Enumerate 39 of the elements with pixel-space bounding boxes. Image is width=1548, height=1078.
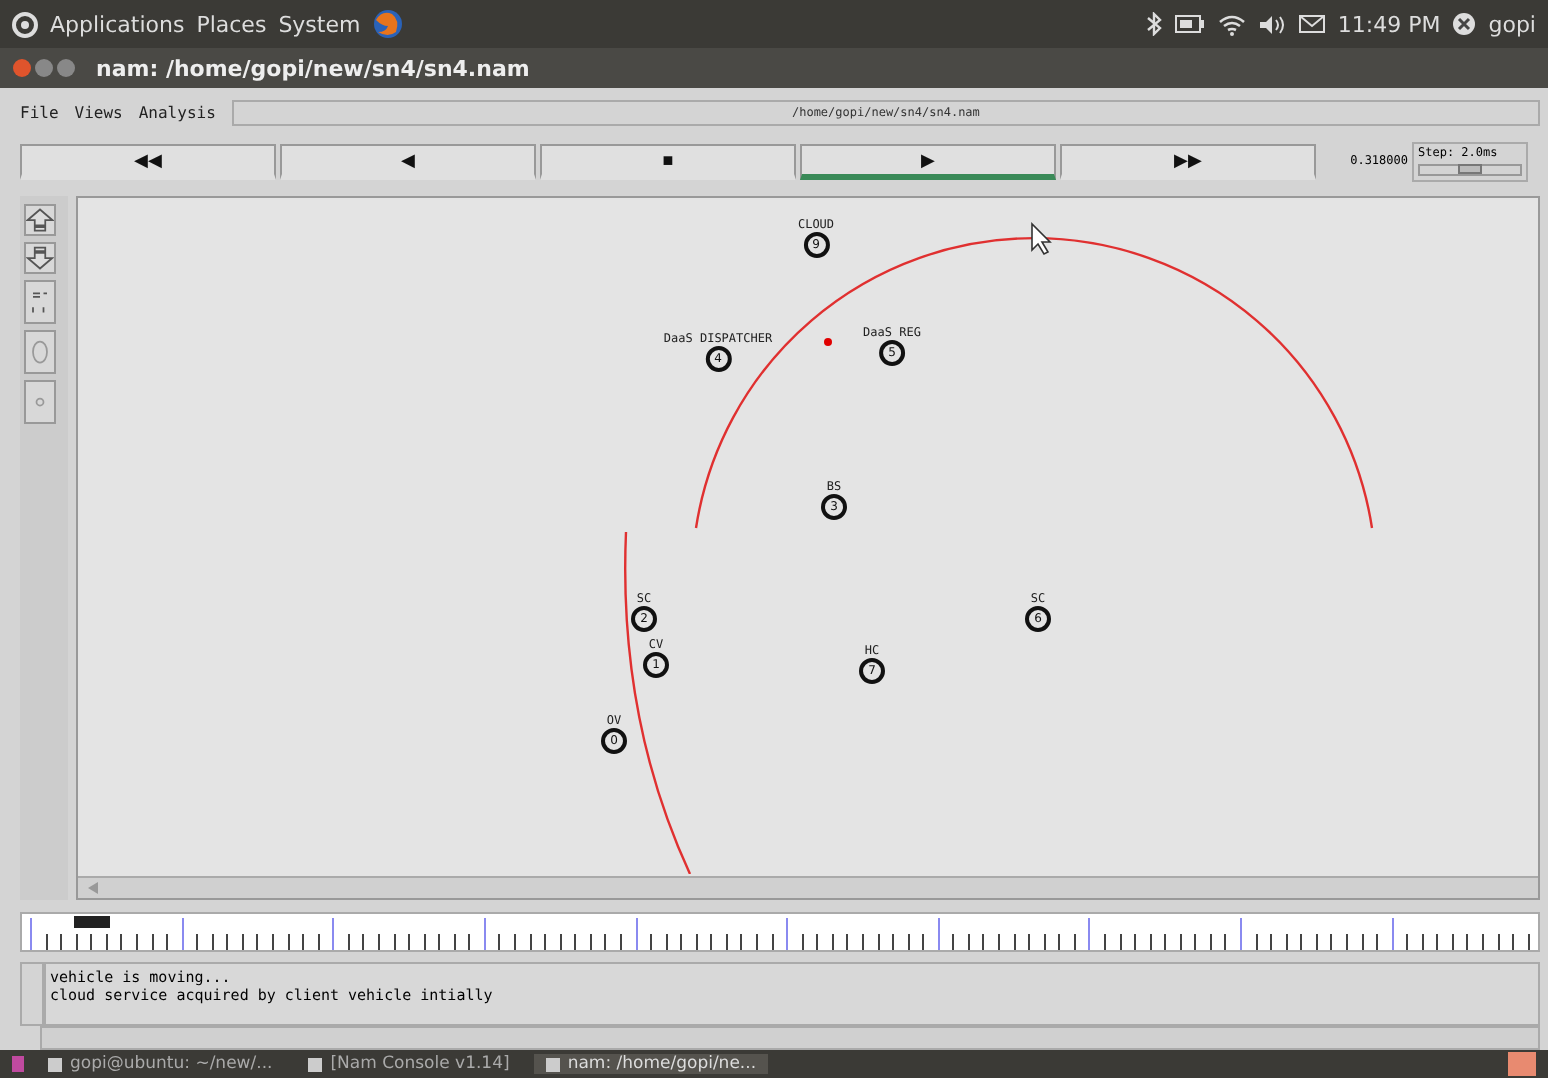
taskbar-item[interactable]: gopi@ubuntu: ~/new/... [36,1054,285,1074]
clock[interactable]: 11:49 PM [1337,11,1441,37]
panel-menu[interactable]: System [278,11,361,37]
taskbar-item[interactable]: nam: /home/gopi/ne... [533,1054,769,1074]
panel-menu[interactable]: Applications [50,11,185,37]
workspace-switcher[interactable] [1508,1052,1536,1076]
speaker-icon[interactable] [1257,13,1286,35]
browser-icon[interactable] [372,8,405,40]
log-scrollbar-vertical[interactable] [20,962,44,1026]
edit-tool-icon[interactable] [24,280,56,324]
user-icon[interactable] [1452,12,1477,36]
user-name[interactable]: gopi [1488,11,1536,37]
playback-button[interactable]: ■ [540,144,796,180]
playback-button[interactable]: ◀ [280,144,536,180]
wifi-icon[interactable] [1217,13,1246,35]
horizontal-scrollbar[interactable] [78,876,1538,898]
zoom-in-icon[interactable] [24,204,56,236]
playback-button[interactable]: ▶ [800,144,1056,180]
window-title: nam: /home/gopi/new/sn4/sn4.nam [96,55,530,81]
log-scrollbar[interactable] [40,1026,1540,1050]
packet-dot [824,338,832,346]
mouse-cursor-icon [1031,222,1052,256]
time-marker[interactable] [74,916,110,928]
dot-tool-icon[interactable] [24,380,56,424]
menu-item[interactable]: File [20,103,59,121]
oval-tool-icon[interactable] [24,330,56,374]
menu-item[interactable]: Views [74,103,123,121]
mail-icon[interactable] [1297,14,1326,34]
playback-button[interactable]: ▶▶ [1060,144,1316,180]
zoom-out-icon[interactable] [24,242,56,274]
timeline[interactable] [20,912,1540,952]
panel-menu[interactable]: Places [196,11,267,37]
window-buttons-icon[interactable] [12,58,76,78]
step-slider-thumb[interactable] [1458,164,1482,174]
bluetooth-icon[interactable] [1145,12,1162,36]
battery-icon[interactable] [1173,14,1206,34]
taskbar-item[interactable]: [Nam Console v1.14] [296,1054,522,1074]
menu-item[interactable]: Analysis [138,103,216,121]
playback-button[interactable]: ◀◀ [20,144,276,180]
